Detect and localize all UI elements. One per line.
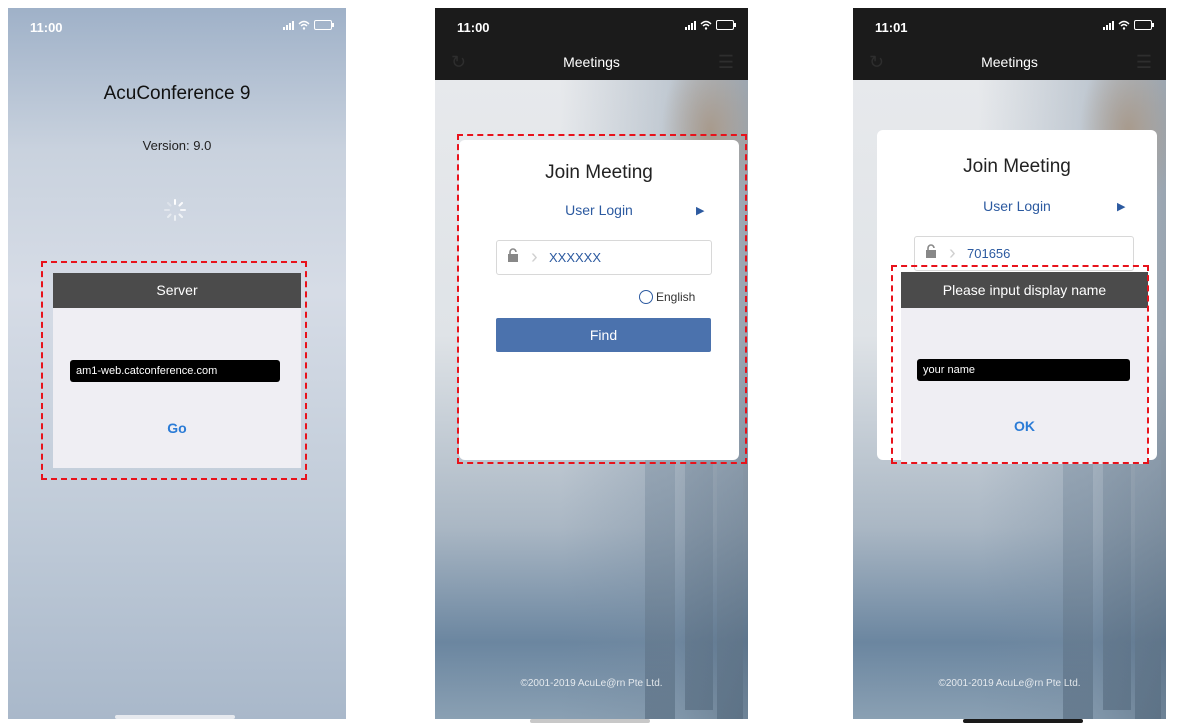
status-bar: 11:00 — [8, 8, 346, 44]
wifi-icon — [700, 20, 712, 30]
status-bar: 11:00 — [435, 8, 748, 44]
wifi-icon — [1118, 20, 1130, 30]
status-icons — [685, 20, 736, 30]
status-time: 11:00 — [457, 20, 490, 35]
wifi-icon — [298, 20, 310, 30]
list-icon[interactable]: ☰ — [1136, 52, 1152, 73]
highlight-box — [41, 261, 307, 480]
status-time: 11:01 — [875, 20, 908, 35]
copyright-text: ©2001-2019 AcuLe@rn Pte Ltd. — [520, 678, 663, 689]
list-icon[interactable]: ☰ — [718, 52, 734, 73]
version-label: Version: 9.0 — [142, 138, 212, 153]
loading-spinner-icon — [164, 199, 186, 221]
home-indicator — [963, 719, 1083, 723]
meeting-id-value: 701656 — [967, 246, 1011, 261]
signal-icon — [1103, 20, 1114, 30]
app-title: AcuConference 9 — [103, 83, 251, 104]
nav-title: Meetings — [981, 54, 1038, 70]
lock-icon — [926, 244, 936, 258]
signal-icon — [283, 20, 294, 30]
status-icons — [283, 20, 334, 30]
status-icons — [1103, 20, 1154, 30]
field-separator: › — [949, 242, 956, 264]
play-arrow-icon[interactable]: ▶ — [1117, 200, 1125, 213]
home-indicator — [115, 715, 235, 719]
battery-icon — [1134, 20, 1154, 30]
join-meeting-title: Join Meeting — [963, 156, 1071, 177]
highlight-box — [457, 134, 747, 464]
user-login-link[interactable]: User Login — [877, 198, 1157, 214]
status-time: 11:00 — [30, 20, 63, 35]
battery-icon — [716, 20, 736, 30]
copyright-text: ©2001-2019 AcuLe@rn Pte Ltd. — [938, 678, 1081, 689]
nav-title: Meetings — [563, 54, 620, 70]
signal-icon — [685, 20, 696, 30]
battery-icon — [314, 20, 334, 30]
home-indicator — [530, 719, 650, 723]
highlight-box — [891, 265, 1149, 464]
status-bar: 11:01 — [853, 8, 1166, 44]
